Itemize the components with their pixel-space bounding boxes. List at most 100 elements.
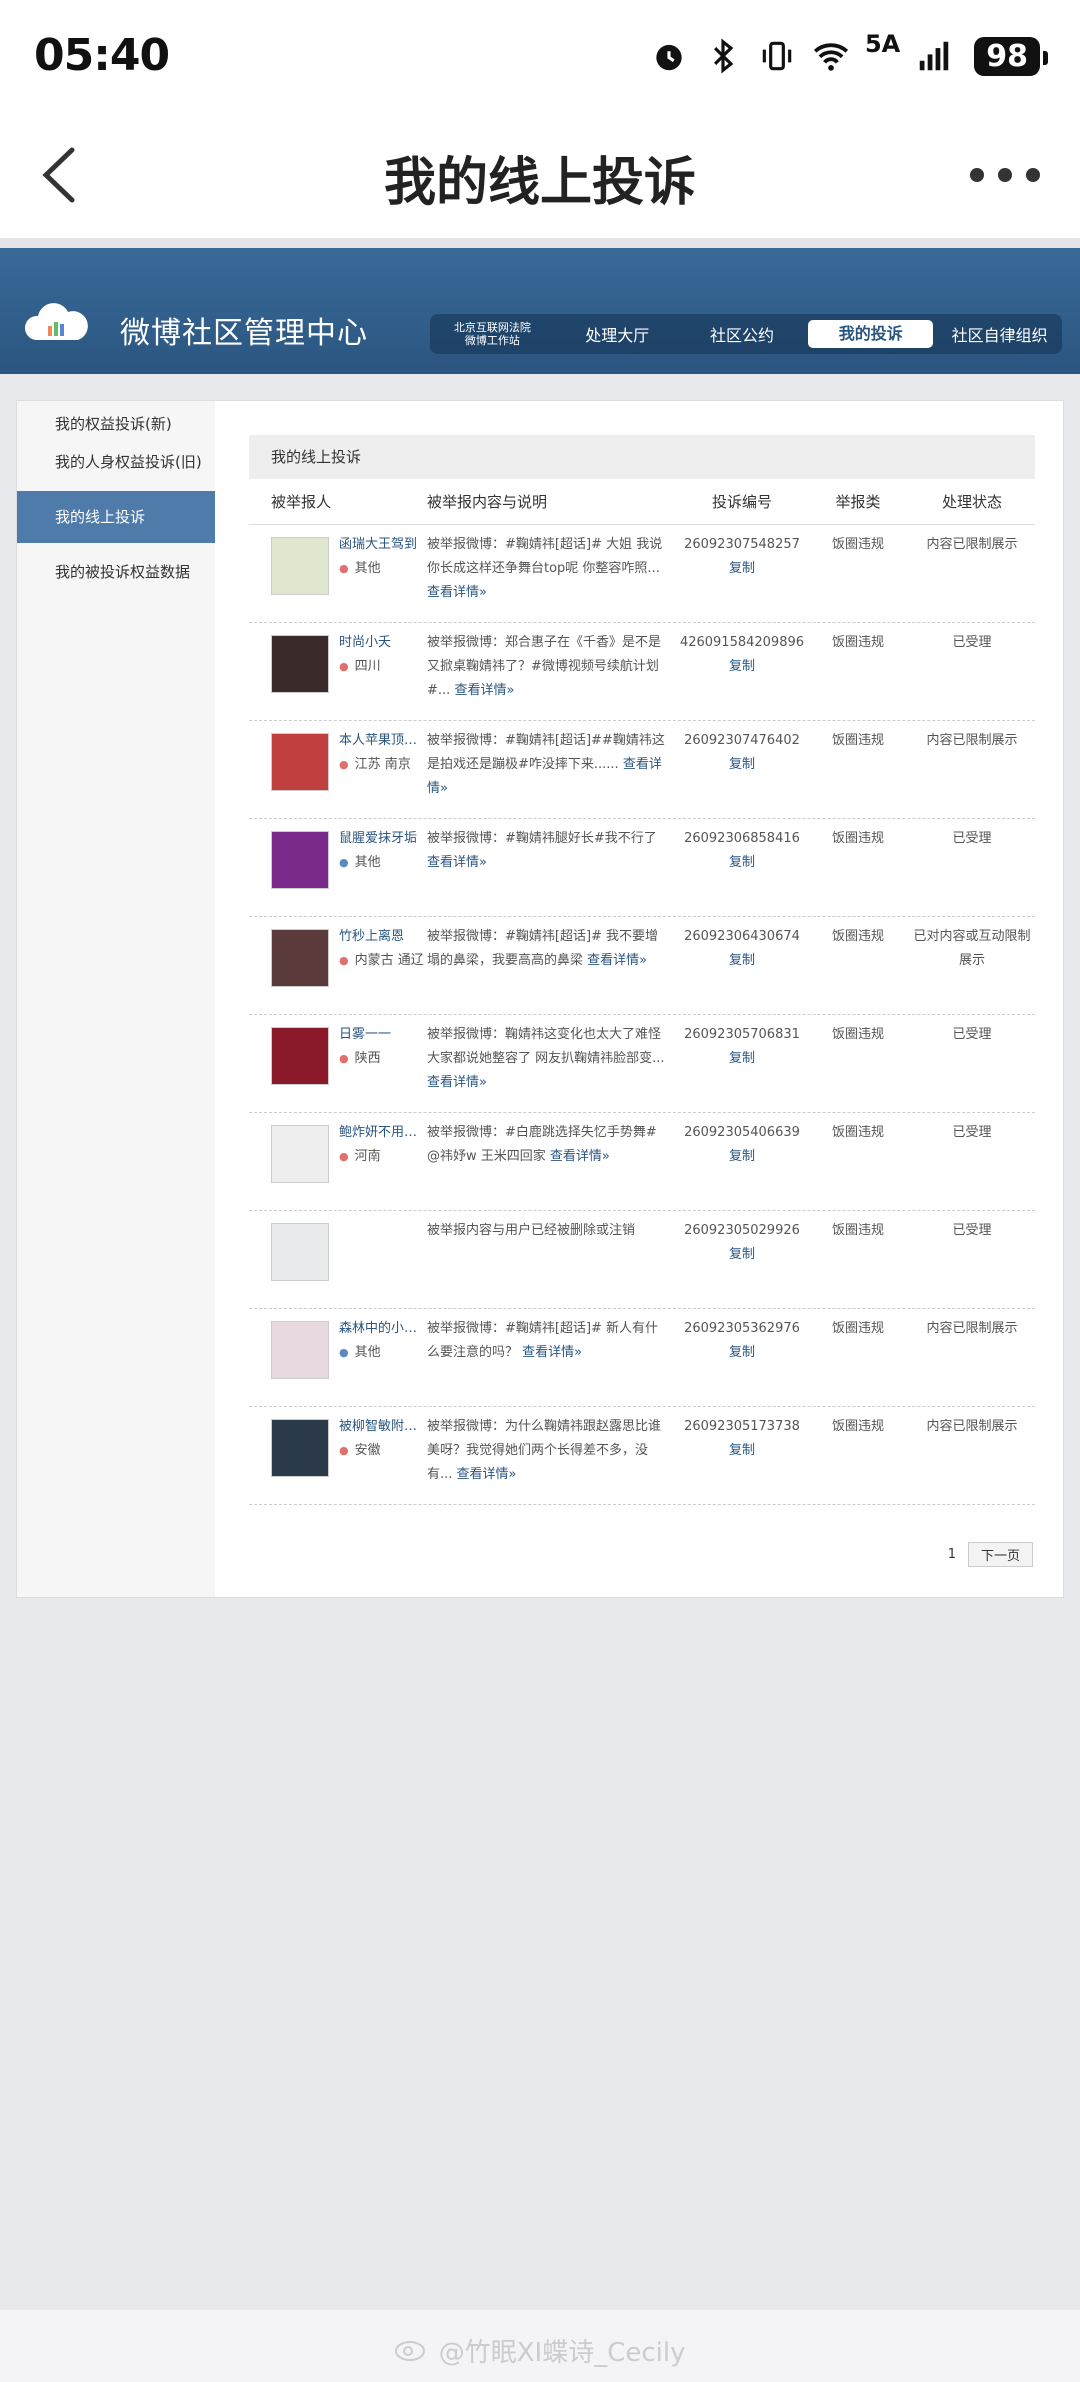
copy-link[interactable]: 复制 — [677, 1439, 807, 1463]
view-details-link[interactable]: 查看详情» — [587, 953, 647, 968]
status-cell: 已受理 — [952, 1223, 992, 1238]
avatar[interactable] — [271, 537, 329, 595]
copy-link[interactable]: 复制 — [677, 851, 807, 875]
status-time: 05:40 — [34, 30, 170, 81]
id-cell: 26092306430674 复制 — [677, 925, 807, 1014]
view-details-link[interactable]: 查看详情» — [427, 855, 487, 870]
complaint-id: 26092305029926 — [684, 1223, 800, 1238]
next-page-button[interactable]: 下一页 — [967, 1542, 1033, 1567]
avatar[interactable] — [271, 1321, 329, 1379]
status-cell: 已受理 — [952, 635, 992, 650]
id-cell: 426091584209896 复制 — [677, 631, 807, 720]
avatar[interactable] — [271, 635, 329, 693]
type-cell: 饭圈违规 — [831, 1321, 884, 1336]
menu-item-self-discipline[interactable]: 社区自律组织 — [937, 322, 1062, 346]
content-text: 被举报微博：#鞠婧祎腿好长#我不行了 — [427, 831, 657, 846]
view-details-link[interactable]: 查看详情» — [550, 1149, 610, 1164]
avatar[interactable] — [271, 831, 329, 889]
sidebar-item-online-complaints[interactable]: 我的线上投诉 — [17, 491, 215, 543]
sidebar-item-complained-data[interactable]: 我的被投诉权益数据 — [17, 553, 215, 591]
copy-link[interactable]: 复制 — [677, 753, 807, 777]
id-cell: 26092305406639 复制 — [677, 1121, 807, 1210]
user-name[interactable]: 鲍炸妍不用爆... — [339, 1121, 427, 1145]
more-dot-icon — [998, 168, 1012, 182]
table-row: 本人苹果顶配... 江苏 南京 被举报微博：#鞠婧祎[超话]##鞠婧祎这是拍戏还… — [249, 721, 1035, 819]
menu-item-court[interactable]: 北京互联网法院 微博工作站 — [430, 321, 555, 347]
vibrate-icon — [757, 36, 797, 76]
content-cell: 被举报微博：为什么鞠婧祎跟赵露思比谁美呀？我觉得她们两个长得差不多，没有... … — [427, 1415, 677, 1504]
id-cell: 26092305029926 复制 — [677, 1219, 807, 1308]
user-name[interactable]: 日雾一一 — [339, 1023, 427, 1047]
view-details-link[interactable]: 查看详情» — [522, 1345, 582, 1360]
view-details-link[interactable]: 查看详情» — [454, 683, 514, 698]
table-row: 被举报内容与用户已经被删除或注销 26092305029926 复制 饭圈违规 … — [249, 1211, 1035, 1309]
type-cell: 饭圈违规 — [831, 635, 884, 650]
avatar[interactable] — [271, 733, 329, 791]
id-cell: 26092305173738 复制 — [677, 1415, 807, 1504]
status-cell: 内容已限制展示 — [926, 1321, 1018, 1336]
user-location: 安徽 — [339, 1439, 427, 1463]
status-cell: 内容已限制展示 — [926, 1419, 1018, 1434]
user-location: 其他 — [339, 851, 427, 875]
avatar[interactable] — [271, 929, 329, 987]
table-row: 函瑞大王驾到 其他 被举报微博：#鞠婧祎[超话]# 大姐 我说你长成这样还争舞台… — [249, 525, 1035, 623]
menu-item-convention[interactable]: 社区公约 — [680, 322, 805, 346]
user-name[interactable]: 竹秒上离恩 — [339, 925, 427, 949]
content-cell: 被举报微博：#白鹿跳选择失忆手势舞# @祎妤w 王米四回家 查看详情» — [427, 1121, 677, 1210]
user-name[interactable]: 森林中的小露... — [339, 1317, 427, 1341]
content-text: 被举报微博：#白鹿跳选择失忆手势舞# @祎妤w 王米四回家 — [427, 1125, 657, 1164]
id-cell: 26092305706831 复制 — [677, 1023, 807, 1112]
user-name[interactable]: 鼠腥爱抹牙垢 — [339, 827, 427, 851]
more-dot-icon — [1026, 168, 1040, 182]
sidebar-item-rights-new[interactable]: 我的权益投诉(新) — [17, 405, 215, 443]
avatar[interactable] — [271, 1223, 329, 1281]
view-details-link[interactable]: 查看详情» — [457, 1467, 517, 1482]
type-cell: 饭圈违规 — [831, 537, 884, 552]
copy-link[interactable]: 复制 — [677, 949, 807, 973]
avatar[interactable] — [271, 1125, 329, 1183]
view-details-link[interactable]: 查看详情» — [427, 1075, 487, 1090]
col-status: 处理状态 — [941, 493, 1002, 511]
user-name[interactable]: 时尚小夭 — [339, 631, 427, 655]
copy-link[interactable]: 复制 — [677, 1243, 807, 1267]
complaint-id: 26092307548257 — [684, 537, 800, 552]
page-number[interactable]: 1 — [948, 1547, 956, 1562]
user-location: 江苏 南京 — [339, 753, 427, 777]
user-info: 鲍炸妍不用爆... 河南 — [339, 1121, 427, 1210]
more-options-button[interactable] — [970, 160, 1040, 190]
table-body: 函瑞大王驾到 其他 被举报微博：#鞠婧祎[超话]# 大姐 我说你长成这样还争舞台… — [249, 525, 1035, 1505]
user-info: 函瑞大王驾到 其他 — [339, 533, 427, 622]
menu-item-court-line1: 北京互联网法院 — [453, 321, 531, 334]
copy-link[interactable]: 复制 — [677, 1145, 807, 1169]
type-cell: 饭圈违规 — [831, 831, 884, 846]
user-name[interactable]: 函瑞大王驾到 — [339, 533, 427, 557]
cloud-logo-icon — [22, 300, 92, 344]
user-name[interactable]: 本人苹果顶配... — [339, 729, 427, 753]
menu-item-my-complaints[interactable]: 我的投诉 — [808, 320, 934, 348]
sidebar-item-personal-rights-old[interactable]: 我的人身权益投诉(旧) — [17, 443, 215, 481]
user-name[interactable]: 被柳智敏附身了 — [339, 1415, 427, 1439]
complaint-id: 26092305706831 — [684, 1027, 800, 1042]
table-row: 鼠腥爱抹牙垢 其他 被举报微博：#鞠婧祎腿好长#我不行了 查看详情» 26092… — [249, 819, 1035, 917]
weibo-logo-icon — [395, 2341, 426, 2361]
copy-link[interactable]: 复制 — [677, 1341, 807, 1365]
network-type: 5A — [864, 30, 901, 58]
avatar[interactable] — [271, 1027, 329, 1085]
user-info — [339, 1219, 427, 1308]
table-row: 竹秒上离恩 内蒙古 通辽 被举报微博：#鞠婧祎[超话]# 我不要增塌的鼻梁，我要… — [249, 917, 1035, 1015]
menu-item-hall[interactable]: 处理大厅 — [555, 322, 680, 346]
bluetooth-icon — [703, 36, 743, 76]
table-row: 时尚小夭 四川 被举报微博：郑合惠子在《千香》是不是又掀桌鞠婧祎了？#微博视频号… — [249, 623, 1035, 721]
avatar[interactable] — [271, 1419, 329, 1477]
table-row: 鲍炸妍不用爆... 河南 被举报微博：#白鹿跳选择失忆手势舞# @祎妤w 王米四… — [249, 1113, 1035, 1211]
col-content: 被举报内容与说明 — [427, 493, 548, 511]
view-details-link[interactable]: 查看详情» — [427, 585, 487, 600]
web-header: 微博社区管理中心 北京互联网法院 微博工作站 处理大厅 社区公约 我的投诉 社区… — [0, 248, 1080, 374]
copy-link[interactable]: 复制 — [677, 557, 807, 581]
copy-link[interactable]: 复制 — [677, 1047, 807, 1071]
reporter-cell: 鼠腥爱抹牙垢 其他 — [249, 827, 427, 916]
complaint-id: 26092305173738 — [684, 1419, 800, 1434]
signal-icon — [914, 36, 954, 76]
content-cell: 被举报微博：#鞠婧祎[超话]# 我不要增塌的鼻梁，我要高高的鼻梁 查看详情» — [427, 925, 677, 1014]
copy-link[interactable]: 复制 — [677, 655, 807, 679]
